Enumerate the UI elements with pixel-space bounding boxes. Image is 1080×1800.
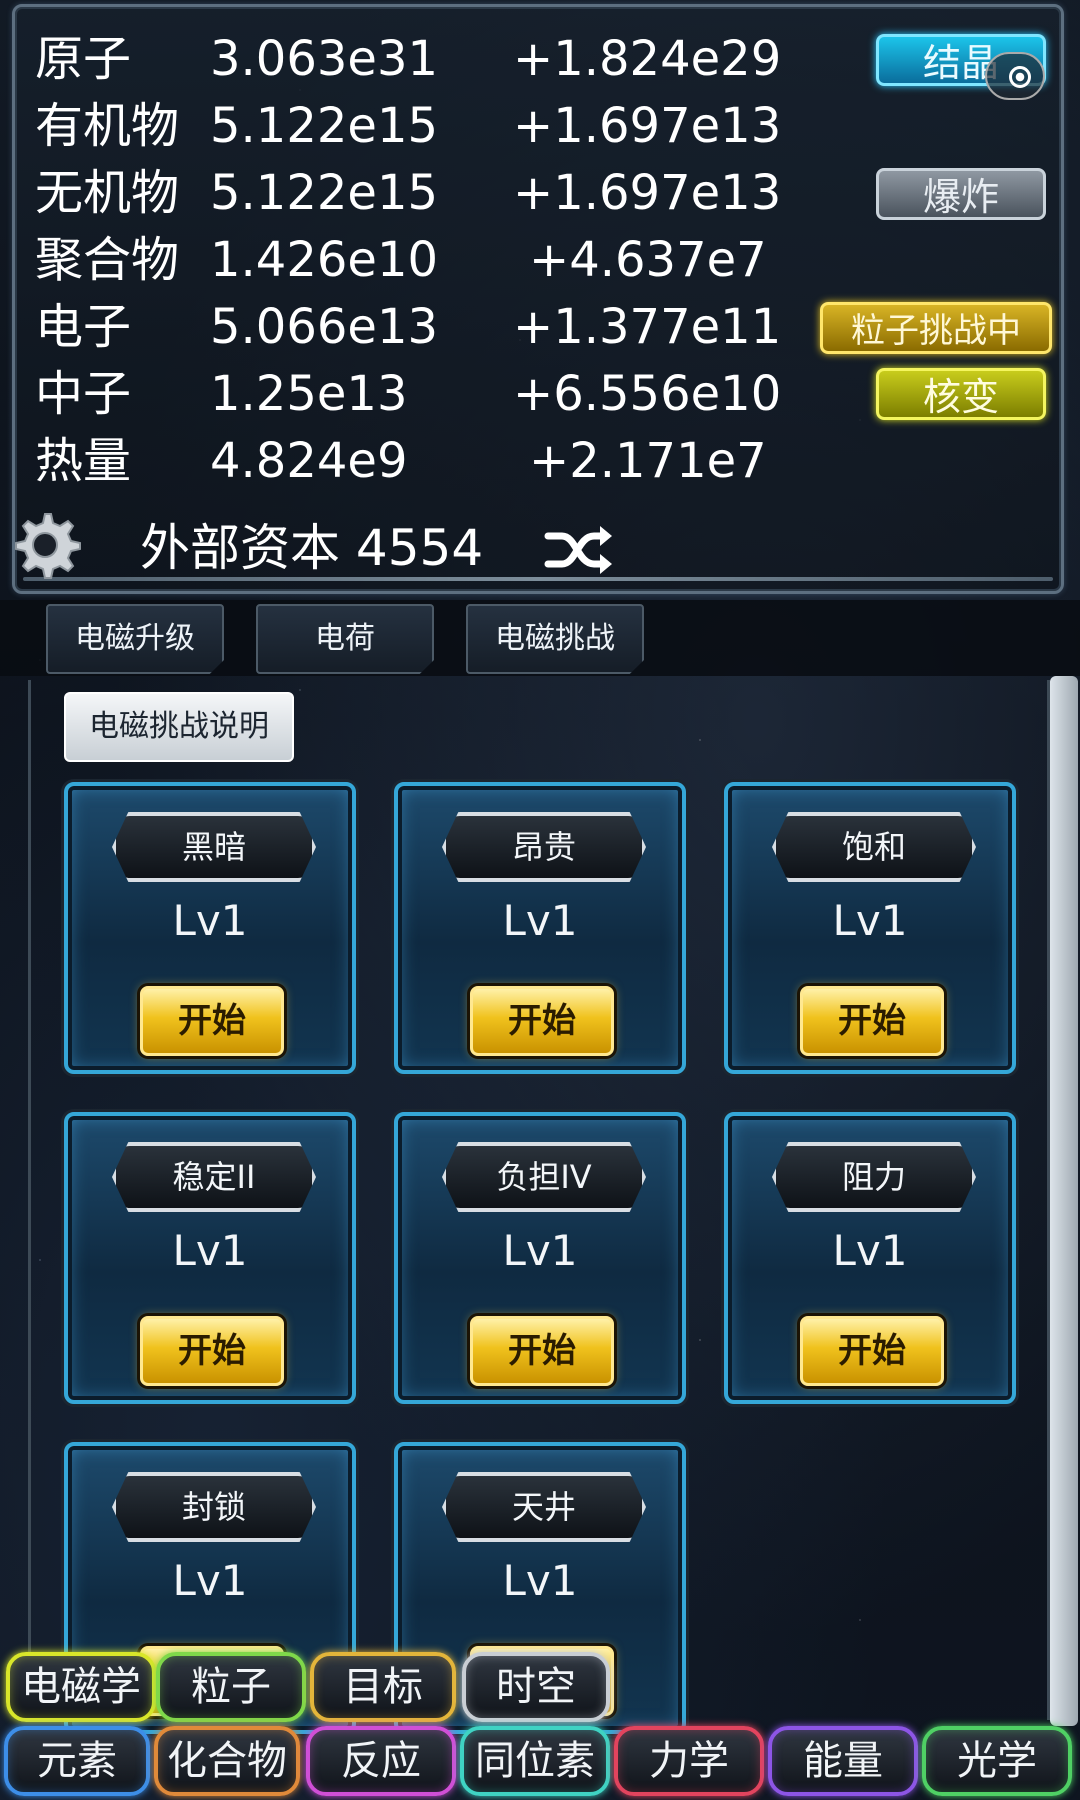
start-button[interactable]: 开始 xyxy=(470,1316,614,1386)
nav-isotope[interactable]: 同位素 xyxy=(460,1726,610,1796)
nav-optics[interactable]: 光学 xyxy=(922,1726,1072,1796)
start-button[interactable]: 开始 xyxy=(470,986,614,1056)
resource-rate: +1.697e13 xyxy=(513,98,782,154)
shuffle-icon[interactable] xyxy=(544,522,614,578)
resource-value: 3.063e31 xyxy=(210,31,439,87)
scrollbar[interactable] xyxy=(1050,676,1078,1726)
challenge-level: Lv1 xyxy=(832,896,908,945)
resource-rate: +2.171e7 xyxy=(529,433,767,489)
challenge-card: 稳定II Lv1 开始 xyxy=(64,1112,356,1404)
resource-row-atom: 原子 3.063e31 +1.824e29 xyxy=(35,29,795,89)
resource-rate: +4.637e7 xyxy=(529,232,767,288)
challenge-card: 饱和 Lv1 开始 xyxy=(724,782,1016,1074)
resource-value: 5.122e15 xyxy=(210,98,439,154)
resource-row-heat: 热量 4.824e9 +2.171e7 xyxy=(35,431,795,491)
resource-row-neutron: 中子 1.25e13 +6.556e10 xyxy=(35,364,795,424)
resource-name: 聚合物 xyxy=(35,232,180,288)
nav-spacetime[interactable]: 时空 xyxy=(462,1652,610,1722)
resource-name: 电子 xyxy=(35,299,132,355)
challenge-card: 负担IV Lv1 开始 xyxy=(394,1112,686,1404)
challenge-card: 黑暗 Lv1 开始 xyxy=(64,782,356,1074)
explode-button[interactable]: 爆炸 xyxy=(876,168,1046,220)
game-screen: 原子 3.063e31 +1.824e29 有机物 5.122e15 +1.69… xyxy=(0,0,1080,1800)
challenge-title: 负担IV xyxy=(442,1142,646,1212)
nav-electromagnetism[interactable]: 电磁学 xyxy=(6,1652,156,1722)
challenge-title: 黑暗 xyxy=(112,812,316,882)
resource-value: 1.25e13 xyxy=(210,366,408,422)
resource-row-electron: 电子 5.066e13 +1.377e11 xyxy=(35,297,795,357)
challenge-level: Lv1 xyxy=(502,1226,578,1275)
resource-name: 热量 xyxy=(35,433,132,489)
resource-rate: +6.556e10 xyxy=(513,366,782,422)
challenge-level: Lv1 xyxy=(502,1556,578,1605)
gear-icon[interactable] xyxy=(8,508,82,582)
resource-name: 中子 xyxy=(35,366,132,422)
resource-rate: +1.697e13 xyxy=(513,165,782,221)
tab-em-challenge[interactable]: 电磁挑战 xyxy=(466,604,644,674)
nav-particle[interactable]: 粒子 xyxy=(156,1652,306,1722)
resource-value: 5.066e13 xyxy=(210,299,439,355)
challenge-level: Lv1 xyxy=(172,896,248,945)
start-button[interactable]: 开始 xyxy=(800,986,944,1056)
start-button[interactable]: 开始 xyxy=(140,1316,284,1386)
challenge-title: 天井 xyxy=(442,1472,646,1542)
resource-panel: 原子 3.063e31 +1.824e29 有机物 5.122e15 +1.69… xyxy=(12,4,1064,594)
nav-target[interactable]: 目标 xyxy=(310,1652,456,1722)
nav-reaction[interactable]: 反应 xyxy=(306,1726,456,1796)
resource-value: 4.824e9 xyxy=(210,433,408,489)
resource-row-organic: 有机物 5.122e15 +1.697e13 xyxy=(35,96,795,156)
nav-energy[interactable]: 能量 xyxy=(768,1726,918,1796)
challenge-title: 稳定II xyxy=(112,1142,316,1212)
resource-rate: +1.377e11 xyxy=(513,299,782,355)
nav-compound[interactable]: 化合物 xyxy=(154,1726,300,1796)
resource-name: 无机物 xyxy=(35,165,180,221)
resource-name: 有机物 xyxy=(35,98,180,154)
tab-charge[interactable]: 电荷 xyxy=(256,604,434,674)
resource-name: 原子 xyxy=(35,31,132,87)
resource-value: 5.122e15 xyxy=(210,165,439,221)
tab-em-upgrade[interactable]: 电磁升级 xyxy=(46,604,224,674)
challenge-title: 阻力 xyxy=(772,1142,976,1212)
particle-challenge-button[interactable]: 粒子挑战中 xyxy=(820,302,1052,354)
start-button[interactable]: 开始 xyxy=(140,986,284,1056)
challenge-title: 昂贵 xyxy=(442,812,646,882)
external-capital: 外部资本 4554 xyxy=(140,519,484,577)
nuclear-button[interactable]: 核变 xyxy=(876,368,1046,420)
challenge-explanation-button[interactable]: 电磁挑战说明 xyxy=(64,692,294,762)
challenge-level: Lv1 xyxy=(832,1226,908,1275)
start-button[interactable]: 开始 xyxy=(800,1316,944,1386)
challenge-level: Lv1 xyxy=(172,1556,248,1605)
challenge-card: 昂贵 Lv1 开始 xyxy=(394,782,686,1074)
nav-element[interactable]: 元素 xyxy=(4,1726,150,1796)
challenge-level: Lv1 xyxy=(502,896,578,945)
nav-mechanics[interactable]: 力学 xyxy=(614,1726,764,1796)
resource-rate: +1.824e29 xyxy=(513,31,782,87)
resource-row-inorganic: 无机物 5.122e15 +1.697e13 xyxy=(35,163,795,223)
challenge-level: Lv1 xyxy=(172,1226,248,1275)
challenge-title: 封锁 xyxy=(112,1472,316,1542)
challenge-title: 饱和 xyxy=(772,812,976,882)
challenge-card: 阻力 Lv1 开始 xyxy=(724,1112,1016,1404)
resource-row-polymer: 聚合物 1.426e10 +4.637e7 xyxy=(35,230,795,290)
menu-dot-icon[interactable] xyxy=(985,52,1045,100)
resource-value: 1.426e10 xyxy=(210,232,439,288)
